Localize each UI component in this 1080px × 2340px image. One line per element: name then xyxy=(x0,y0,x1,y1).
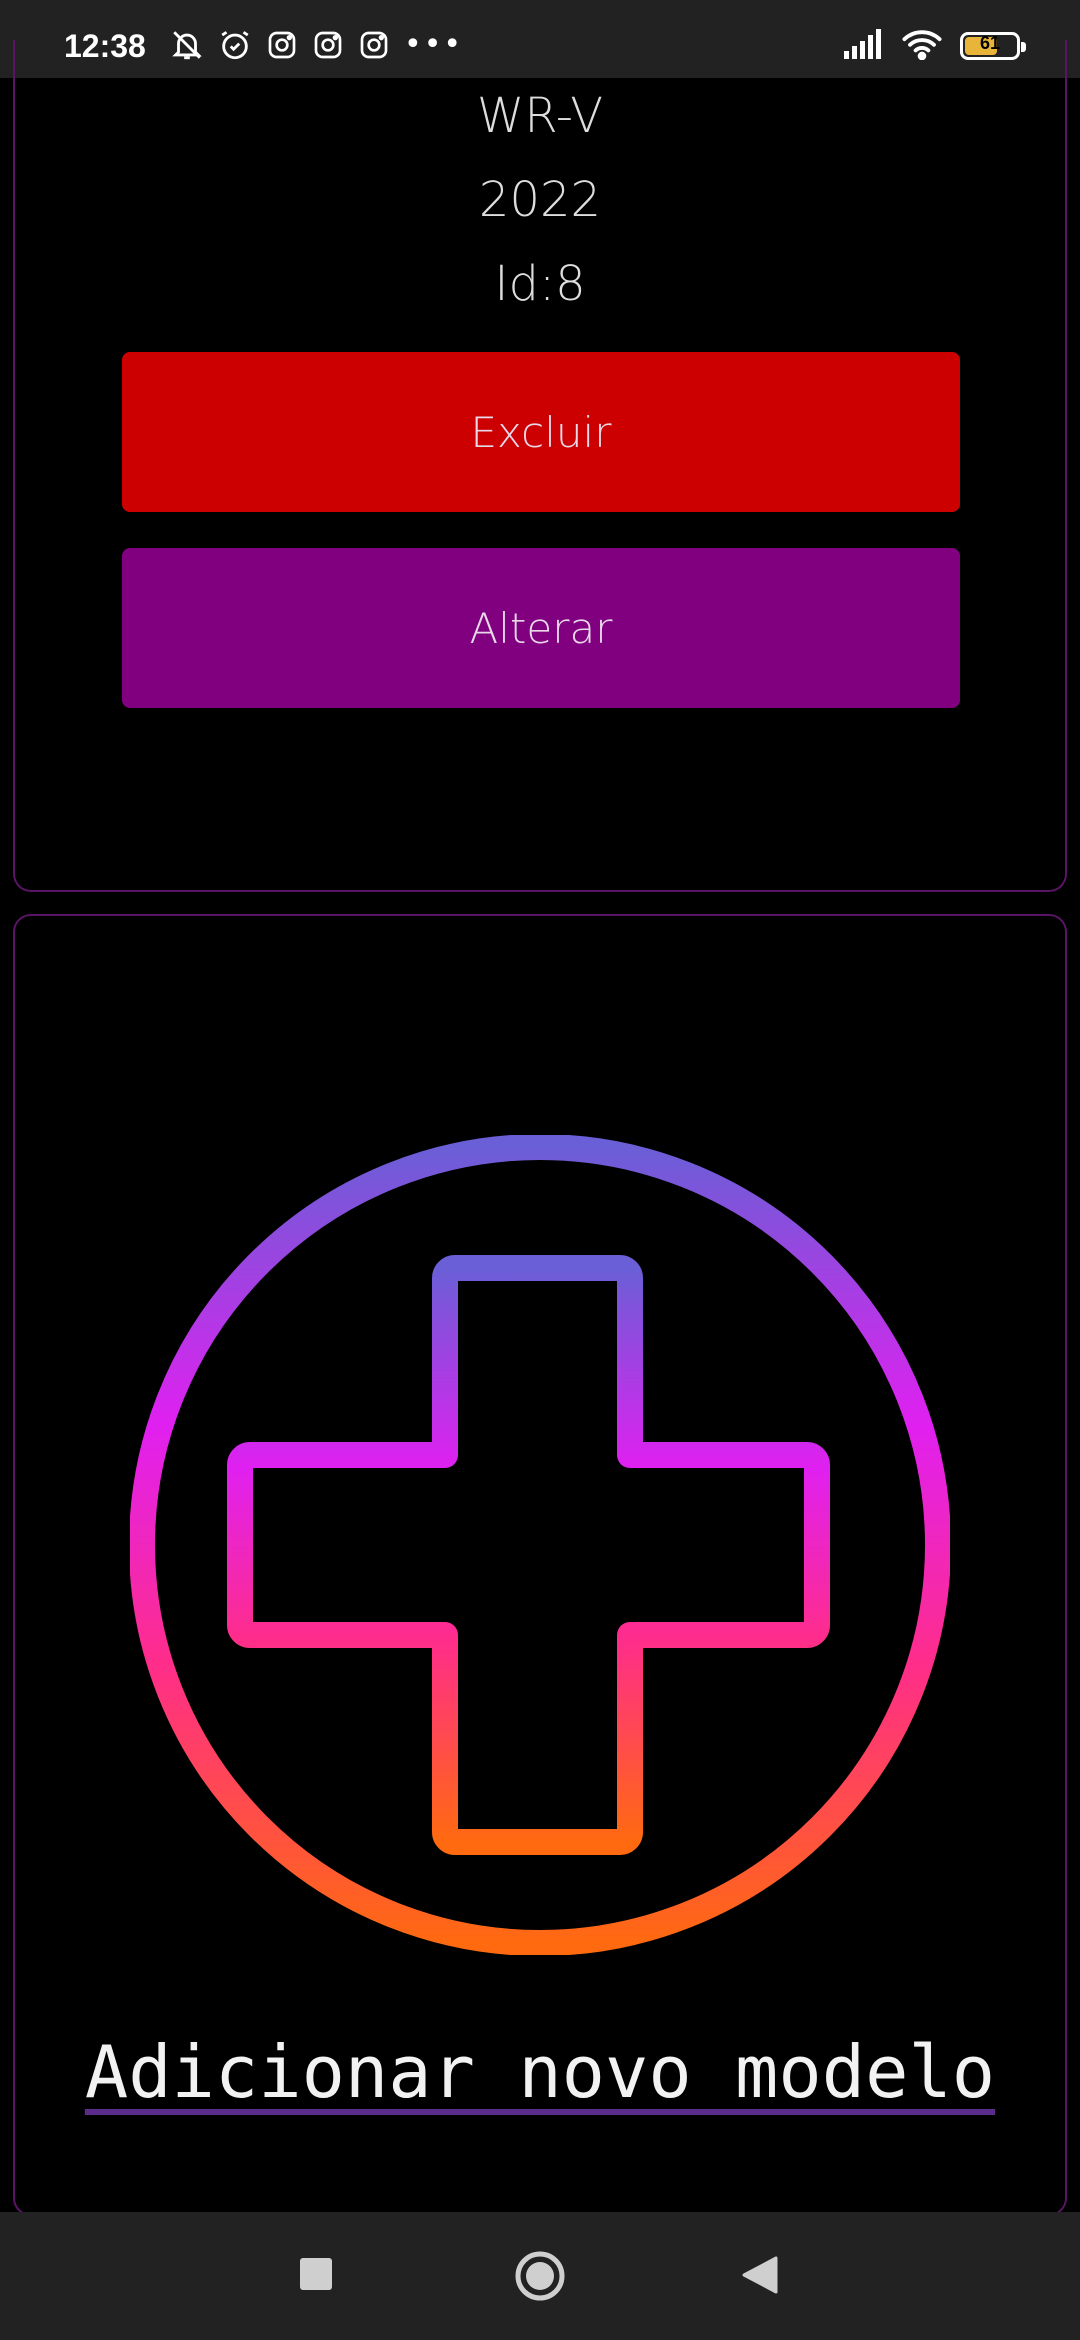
edit-button[interactable]: Alterar xyxy=(122,548,960,708)
home-circle-icon[interactable] xyxy=(514,2250,566,2302)
delete-button-label: Excluir xyxy=(470,407,612,457)
car-year: 2022 xyxy=(478,172,602,228)
add-circle-plus-icon[interactable] xyxy=(130,1135,950,1955)
recents-square-icon[interactable] xyxy=(300,2258,332,2290)
add-new-model-link[interactable]: Adicionar novo modelo xyxy=(0,2030,1080,2114)
edit-button-label: Alterar xyxy=(469,603,613,653)
back-triangle-icon[interactable] xyxy=(742,2256,778,2294)
car-id: Id:8 xyxy=(494,256,586,312)
delete-button[interactable]: Excluir xyxy=(122,352,960,512)
car-model: WR-V xyxy=(476,88,604,144)
navigation-bar xyxy=(0,2212,1080,2340)
